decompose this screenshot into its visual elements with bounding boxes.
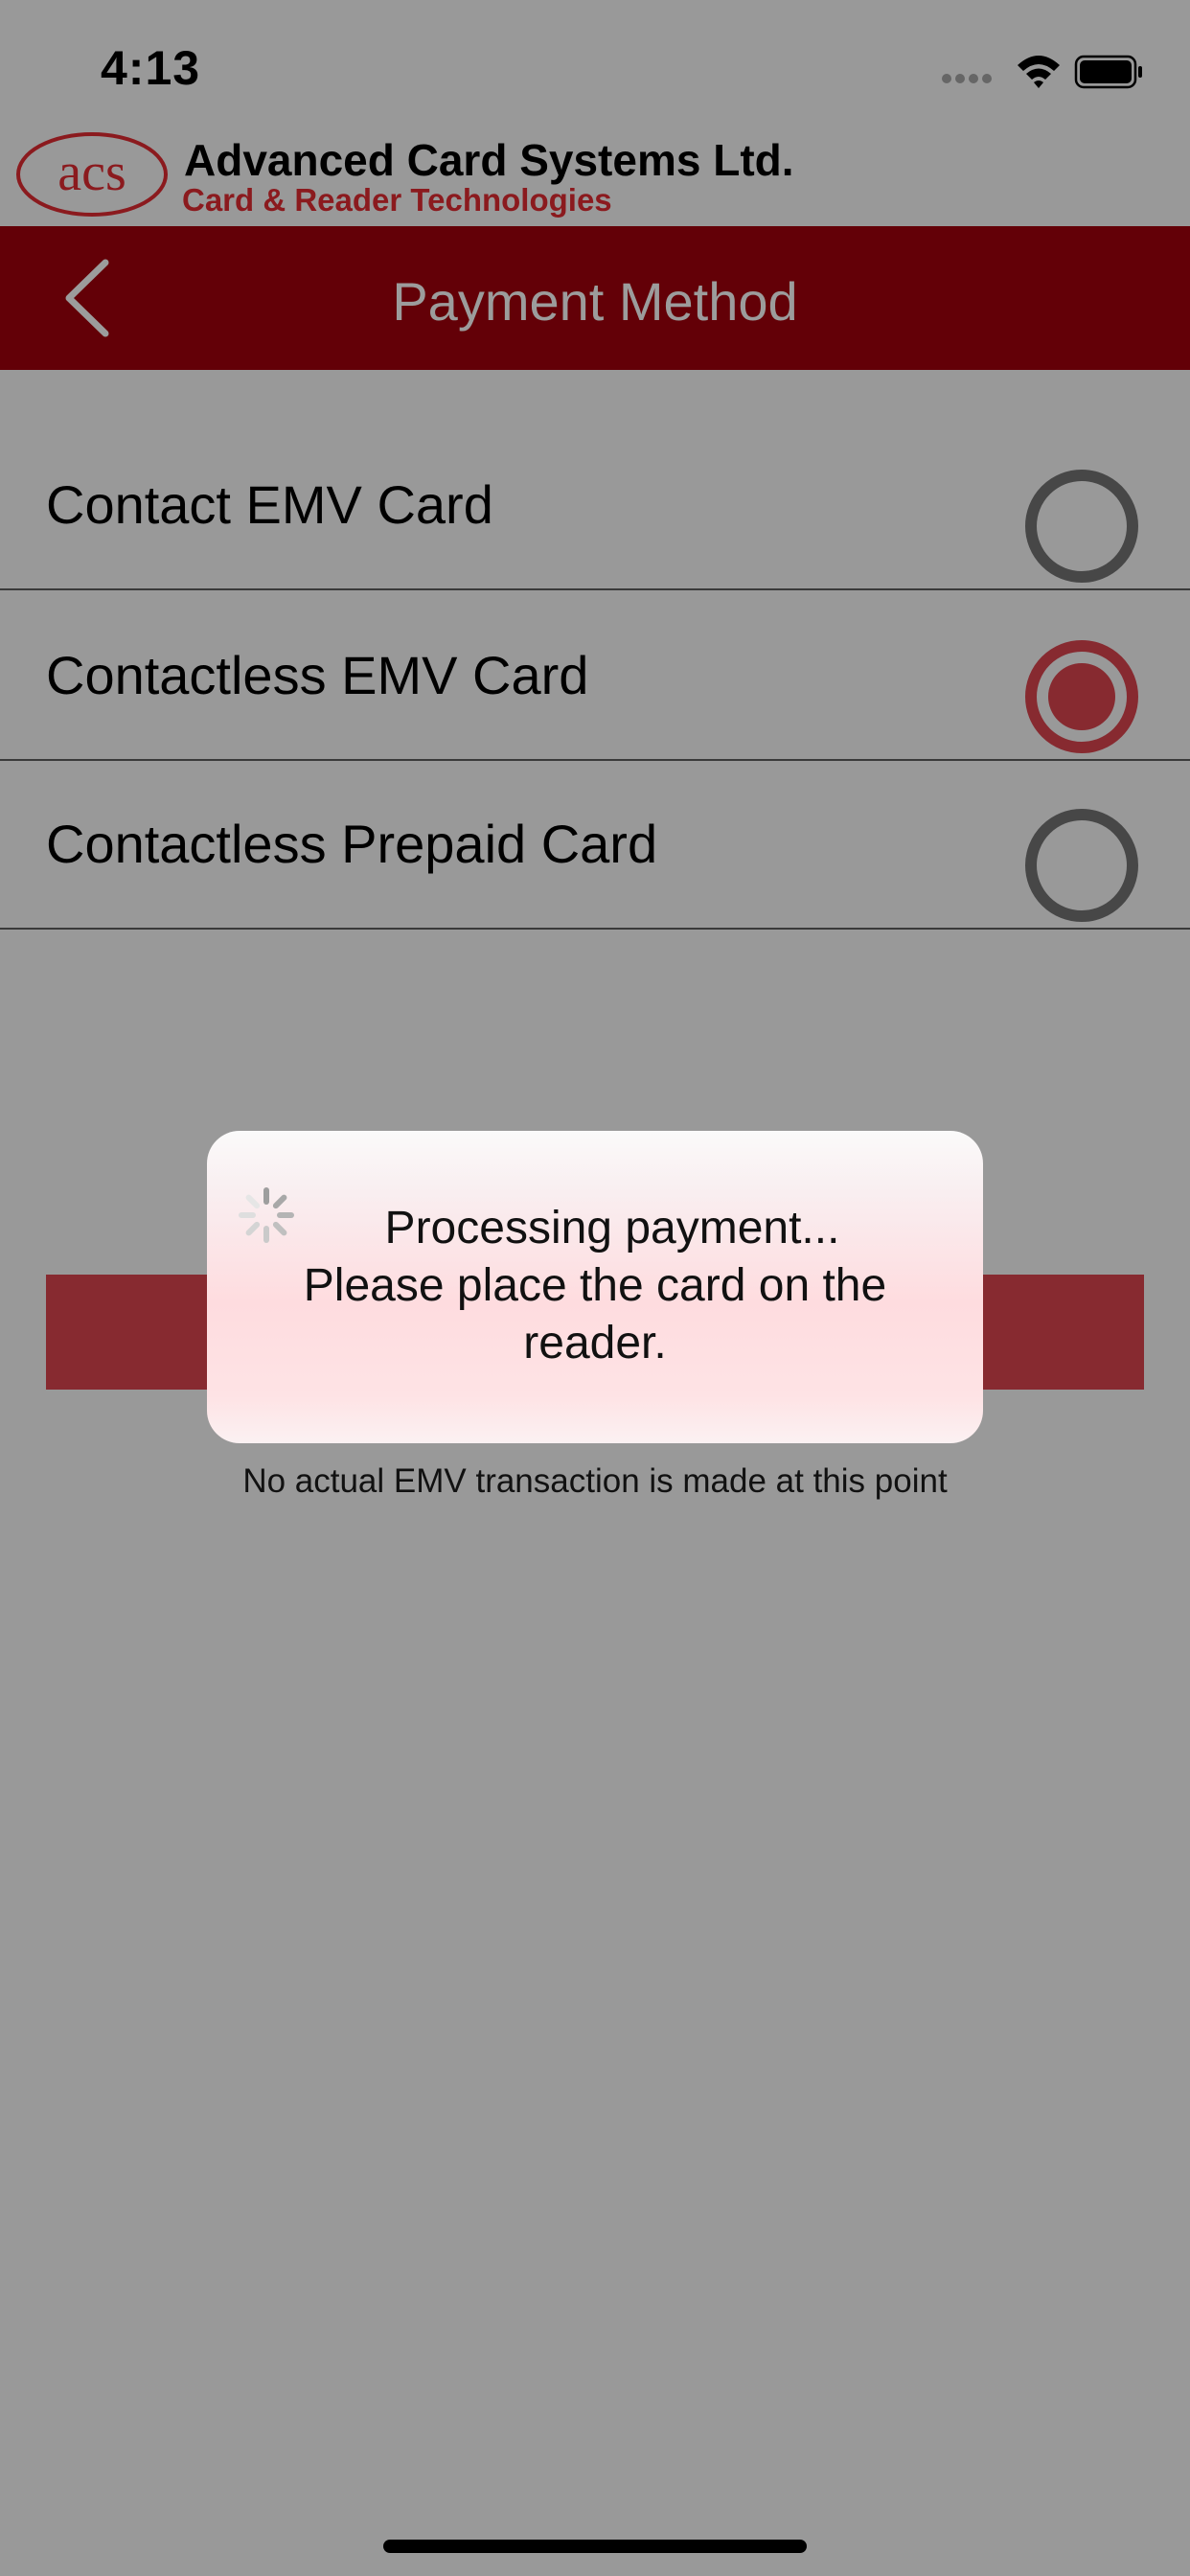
payment-option-label: Contact EMV Card (46, 474, 493, 535)
payment-option-contactless-emv[interactable]: Contactless EMV Card (0, 590, 1190, 761)
payment-option-contactless-prepaid[interactable]: Contactless Prepaid Card (0, 759, 1190, 930)
company-name: Advanced Card Systems Ltd. (184, 135, 794, 185)
status-icons (941, 50, 1142, 92)
home-indicator[interactable] (383, 2540, 807, 2553)
payment-option-label: Contactless EMV Card (46, 645, 589, 705)
processing-line-1: Processing payment... (384, 1203, 840, 1254)
svg-text:acs: acs (57, 143, 126, 202)
battery-icon (1074, 55, 1142, 89)
status-time: 4:13 (101, 41, 201, 95)
radio-button-selected[interactable] (1025, 640, 1138, 753)
navigation-bar: Payment Method (0, 226, 1190, 370)
status-bar: 4:13 (0, 0, 1190, 125)
signal-icon (942, 74, 992, 83)
processing-message: Processing payment... Please place the c… (207, 1200, 983, 1372)
radio-dot (1048, 663, 1115, 730)
payment-option-contact-emv[interactable]: Contact EMV Card (0, 420, 1190, 590)
payment-option-label: Contactless Prepaid Card (46, 814, 658, 874)
radio-button-unselected[interactable] (1025, 470, 1138, 583)
wifi-icon (1018, 56, 1060, 88)
processing-dialog: Processing payment... Please place the c… (207, 1131, 983, 1443)
company-tagline: Card & Reader Technologies (182, 182, 612, 218)
logo-header: acs Advanced Card Systems Ltd. Card & Re… (0, 125, 1190, 226)
processing-line-2: Please place the card on the (303, 1260, 887, 1311)
processing-line-3: reader. (523, 1318, 667, 1368)
acs-logo: acs (16, 132, 168, 217)
page-title: Payment Method (392, 271, 798, 332)
radio-button-unselected[interactable] (1025, 809, 1138, 922)
disclaimer-text: No actual EMV transaction is made at thi… (242, 1462, 948, 1500)
